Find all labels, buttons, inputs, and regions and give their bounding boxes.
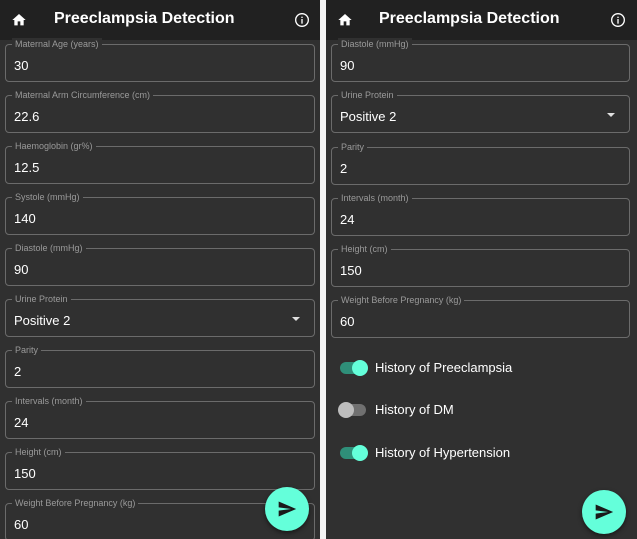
dropdown-arrow-icon[interactable] bbox=[607, 113, 615, 117]
systole-field[interactable]: Systole (mmHg) 140 bbox=[5, 191, 315, 235]
field-label: Weight Before Pregnancy (kg) bbox=[12, 497, 139, 509]
field-label: Haemoglobin (gr%) bbox=[12, 140, 96, 152]
field-label: Urine Protein bbox=[12, 293, 71, 305]
app-bar: Preeclampsia Detection bbox=[326, 0, 637, 40]
field-label: Intervals (month) bbox=[12, 395, 86, 407]
info-icon[interactable] bbox=[294, 12, 310, 28]
toggle-knob bbox=[352, 360, 368, 376]
intervals-field[interactable]: Intervals (month) 24 bbox=[331, 192, 630, 236]
field-value: 22.6 bbox=[14, 109, 40, 124]
field-value: 150 bbox=[340, 263, 362, 278]
parity-field[interactable]: Parity 2 bbox=[5, 344, 315, 388]
urine-protein-select[interactable]: Urine Protein Positive 2 bbox=[331, 89, 630, 133]
toggle-knob bbox=[338, 402, 354, 418]
field-value: 24 bbox=[14, 415, 29, 430]
field-label: Diastole (mmHg) bbox=[12, 242, 86, 254]
arm-circumference-field[interactable]: Maternal Arm Circumference (cm) 22.6 bbox=[5, 89, 315, 133]
field-value: 24 bbox=[340, 212, 355, 227]
field-label: Parity bbox=[338, 141, 368, 153]
field-value: 2 bbox=[14, 364, 22, 379]
field-label: Systole (mmHg) bbox=[12, 191, 83, 203]
maternal-age-field[interactable]: Maternal Age (years) 30 bbox=[5, 38, 315, 82]
field-label: Maternal Age (years) bbox=[12, 38, 102, 50]
app-title: Preeclampsia Detection bbox=[54, 10, 235, 27]
field-value: 60 bbox=[340, 314, 355, 329]
send-icon bbox=[595, 504, 614, 520]
field-value: 2 bbox=[340, 161, 348, 176]
field-label: Maternal Arm Circumference (cm) bbox=[12, 89, 154, 101]
left-phone-screen: Preeclampsia Detection Maternal Age (yea… bbox=[0, 0, 320, 539]
field-value: 60 bbox=[14, 517, 29, 532]
right-phone-screen: Preeclampsia Detection Diastole (mmHg) 9… bbox=[326, 0, 637, 539]
submit-button[interactable] bbox=[265, 487, 309, 531]
toggle-label: History of DM bbox=[375, 402, 454, 417]
field-label: Diastole (mmHg) bbox=[338, 38, 412, 50]
field-value: 12.5 bbox=[14, 160, 40, 175]
app-bar: Preeclampsia Detection bbox=[0, 0, 320, 40]
weight-before-pregnancy-field[interactable]: Weight Before Pregnancy (kg) 60 bbox=[331, 294, 630, 338]
submit-button[interactable] bbox=[582, 490, 626, 534]
history-of-dm-toggle[interactable]: History of DM bbox=[338, 400, 620, 420]
history-of-hypertension-toggle[interactable]: History of Hypertension bbox=[340, 443, 620, 463]
send-icon bbox=[278, 501, 297, 517]
home-icon[interactable] bbox=[337, 12, 353, 28]
field-value: Positive 2 bbox=[340, 109, 397, 124]
parity-field[interactable]: Parity 2 bbox=[331, 141, 630, 185]
field-value: 90 bbox=[340, 58, 355, 73]
field-label: Height (cm) bbox=[12, 446, 65, 458]
height-field[interactable]: Height (cm) 150 bbox=[331, 243, 630, 287]
field-value: Positive 2 bbox=[14, 313, 71, 328]
field-value: 150 bbox=[14, 466, 36, 481]
field-value: 90 bbox=[14, 262, 29, 277]
field-label: Urine Protein bbox=[338, 89, 397, 101]
urine-protein-select[interactable]: Urine Protein Positive 2 bbox=[5, 293, 315, 337]
history-of-preeclampsia-toggle[interactable]: History of Preeclampsia bbox=[340, 358, 620, 378]
home-icon[interactable] bbox=[11, 12, 27, 28]
toggle-knob bbox=[352, 445, 368, 461]
dropdown-arrow-icon[interactable] bbox=[292, 317, 300, 321]
toggle-label: History of Preeclampsia bbox=[375, 360, 513, 375]
height-field[interactable]: Height (cm) 150 bbox=[5, 446, 315, 490]
toggle-label: History of Hypertension bbox=[375, 445, 511, 460]
field-label: Parity bbox=[12, 344, 42, 356]
app-title: Preeclampsia Detection bbox=[379, 10, 560, 27]
info-icon[interactable] bbox=[610, 12, 626, 28]
field-value: 140 bbox=[14, 211, 36, 226]
field-label: Weight Before Pregnancy (kg) bbox=[338, 294, 465, 306]
field-label: Intervals (month) bbox=[338, 192, 412, 204]
diastole-field[interactable]: Diastole (mmHg) 90 bbox=[5, 242, 315, 286]
intervals-field[interactable]: Intervals (month) 24 bbox=[5, 395, 315, 439]
field-label: Height (cm) bbox=[338, 243, 391, 255]
field-value: 30 bbox=[14, 58, 29, 73]
diastole-field[interactable]: Diastole (mmHg) 90 bbox=[331, 38, 630, 82]
haemoglobin-field[interactable]: Haemoglobin (gr%) 12.5 bbox=[5, 140, 315, 184]
